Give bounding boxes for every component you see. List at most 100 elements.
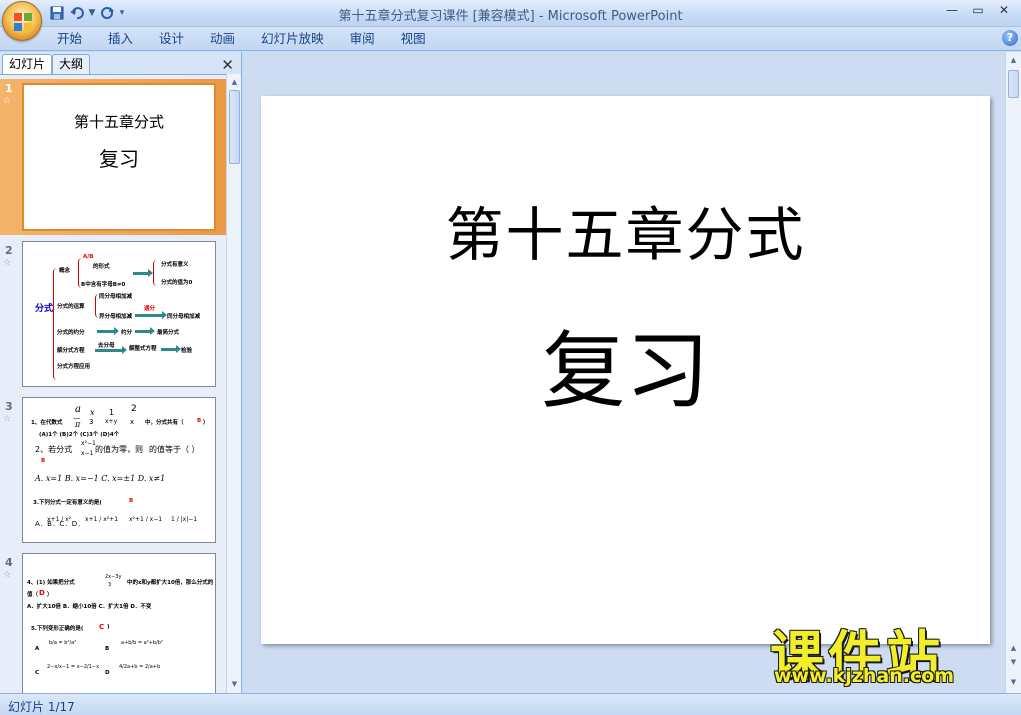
reduce-label: 约分 <box>121 330 133 336</box>
option-c-expression: x²+1 / x−1 <box>129 516 163 523</box>
expression-x-over-3: x <box>90 408 95 417</box>
animation-star-icon: ☆ <box>3 96 12 106</box>
minimize-icon[interactable]: — <box>939 1 965 19</box>
animation-star-icon: ☆ <box>3 258 12 268</box>
concept-label: 概念 <box>59 268 71 274</box>
outline-brace <box>153 260 158 286</box>
tab-home[interactable]: 开始 <box>44 30 95 48</box>
option-b-expression: x+1 / x²+1 <box>85 516 119 523</box>
expression-1: 1 <box>109 408 115 417</box>
question-4-close: ） <box>47 592 53 598</box>
meaningful-text: 分式有意义 <box>161 262 189 268</box>
option-d-label: D <box>105 670 110 676</box>
expression-3: 3 <box>108 582 112 588</box>
question-4-answer: D <box>39 589 45 597</box>
tab-animations[interactable]: 动画 <box>197 30 248 48</box>
slide-thumb-2[interactable]: 2 ☆ 分式 概念 A/B 的形式 B中含有字母B≠0 分式有意义 分式的值为0… <box>0 241 226 391</box>
question-1: 1、在代数式 <box>31 420 63 426</box>
tab-slideshow[interactable]: 幻灯片放映 <box>248 30 337 48</box>
title-bar: ▼ ▾ 第十五章分式复习课件 [兼容模式] - Microsoft PowerP… <box>0 0 1021 41</box>
editor-scrollbar[interactable]: ▲ ▲ ▼ ▼ <box>1005 52 1021 693</box>
question-1-tail: 中，分式共有（ <box>145 420 184 426</box>
slide-thumb-4[interactable]: 4 ☆ 4、(1) 如果把分式 2x−3y 3 中的x和y都扩大10倍，那么分式… <box>0 553 226 693</box>
question-2-answer: B <box>41 458 46 464</box>
arrow-icon <box>161 345 181 353</box>
expression-2: 2 <box>131 404 137 414</box>
tab-insert[interactable]: 插入 <box>95 30 146 48</box>
watermark: 课件站 www.kjzhan.com <box>762 612 1012 692</box>
question-4-tail: 中的x和y都扩大10倍，那么分式的 <box>127 580 214 586</box>
pane-tabs: 幻灯片 大纲 ✕ <box>2 54 240 74</box>
tab-design[interactable]: 设计 <box>146 30 197 48</box>
restore-icon[interactable]: ▭ <box>965 1 991 19</box>
status-bar: 幻灯片 1/17 <box>0 693 1021 715</box>
operations-label: 分式的运算 <box>57 304 85 310</box>
common-denominator: 通分 <box>144 306 156 312</box>
option-d-expression: 4/2a+b = 2/a+b <box>119 664 161 670</box>
scrollbar-thumb[interactable] <box>229 90 240 164</box>
slide-number: 2 <box>5 244 13 257</box>
expression-2x-3y: 2x−3y <box>105 574 122 580</box>
equations-label: 解分式方程 <box>57 348 85 354</box>
question-4-line2: 值（ <box>27 592 39 598</box>
arrow-icon <box>133 269 153 277</box>
slide-number: 1 <box>5 82 13 95</box>
question-5: 5.下列变形正确的是( <box>31 626 84 632</box>
office-button[interactable] <box>2 1 42 41</box>
zero-value-text: 分式的值为0 <box>161 280 193 286</box>
slide-number: 4 <box>5 556 13 569</box>
fraction-label: 分式 <box>35 304 54 314</box>
tab-slides[interactable]: 幻灯片 <box>2 54 53 74</box>
simplest-label: 最简分式 <box>157 330 180 336</box>
integral-equation: 解整式方程 <box>129 346 157 352</box>
option-c-label: C <box>35 670 40 676</box>
scrollbar-thumb[interactable] <box>1008 70 1019 98</box>
question-2: 2、若分式 <box>35 445 73 454</box>
current-slide[interactable]: 第十五章分式 复习 <box>261 96 990 644</box>
arrow-icon <box>135 327 155 335</box>
option-a-expression: b/a = b²/a² <box>49 640 77 646</box>
office-logo-icon <box>14 13 32 31</box>
expression-x-1: x−1 <box>81 450 94 457</box>
thumb-title: 第十五章分式 <box>73 113 164 131</box>
question-1-answer: B <box>197 418 202 424</box>
arrow-icon <box>97 327 119 335</box>
expression-pi: π <box>75 420 81 429</box>
slide-thumbnails: 1 ☆ 第十五章分式 复习 2 ☆ 分式 概念 A/B 的形式 B中含有字母B≠… <box>0 74 226 693</box>
scroll-down-icon[interactable]: ▼ <box>229 678 240 690</box>
expression-3: 3 <box>89 418 94 426</box>
option-b-label: B <box>105 646 110 652</box>
ribbon-tabs: 开始 插入 设计 动画 幻灯片放映 审阅 视图 <box>44 30 439 48</box>
slide-thumb-1[interactable]: 1 ☆ 第十五章分式 复习 <box>0 79 226 235</box>
tab-outline[interactable]: 大纲 <box>52 54 91 74</box>
question-3: 3.下列分式一定有意义的是( <box>33 500 102 506</box>
question-4: 4、(1) 如果把分式 <box>27 580 75 586</box>
watermark-url: www.kjzhan.com <box>774 665 955 687</box>
thumbnail-scrollbar[interactable]: ▲ ▼ <box>226 74 241 693</box>
slide-subtitle[interactable]: 复习 <box>261 304 990 425</box>
slide-thumbnail: 第十五章分式 复习 <box>22 83 216 231</box>
slide-thumb-3[interactable]: 3 ☆ 1、在代数式 a — π x 3 1 x+y 2 x 中，分式共有（ B… <box>0 397 226 547</box>
close-icon[interactable]: ✕ <box>221 56 234 74</box>
arrow-icon <box>135 311 167 319</box>
question-4-options: A．扩大10倍 B．缩小10倍 C．扩大1倍 D．不变 <box>27 604 152 610</box>
option-b-expression: a+b/b = a²+b/b² <box>121 640 163 646</box>
reduction-label: 分式的约分 <box>57 330 85 336</box>
help-icon[interactable]: ? <box>1002 30 1018 46</box>
b-condition: B中含有字母B≠0 <box>81 282 126 288</box>
scroll-up-icon[interactable]: ▲ <box>229 76 240 88</box>
slide-thumbnail: 4、(1) 如果把分式 2x−3y 3 中的x和y都扩大10倍，那么分式的 值（… <box>22 553 216 693</box>
scroll-up-icon[interactable]: ▲ <box>1008 54 1019 66</box>
option-c-expression: 2−x/x−1 = x−2/1−x <box>47 664 100 670</box>
question-2-tail: 的值为零，则 <box>95 445 143 454</box>
expression-x: x <box>130 418 135 426</box>
close-icon[interactable]: ✕ <box>991 1 1017 19</box>
slide-title[interactable]: 第十五章分式 <box>261 188 990 272</box>
remove-denominator: 去分母 <box>98 343 115 349</box>
tab-review[interactable]: 审阅 <box>337 30 388 48</box>
ribbon: 开始 插入 设计 动画 幻灯片放映 审阅 视图 ? <box>0 27 1021 51</box>
tab-view[interactable]: 视图 <box>388 30 439 48</box>
question-3-answer: B <box>129 498 134 504</box>
slide-thumbnail: 1、在代数式 a — π x 3 1 x+y 2 x 中，分式共有（ B ） (… <box>22 397 216 543</box>
animation-star-icon: ☆ <box>3 414 12 424</box>
